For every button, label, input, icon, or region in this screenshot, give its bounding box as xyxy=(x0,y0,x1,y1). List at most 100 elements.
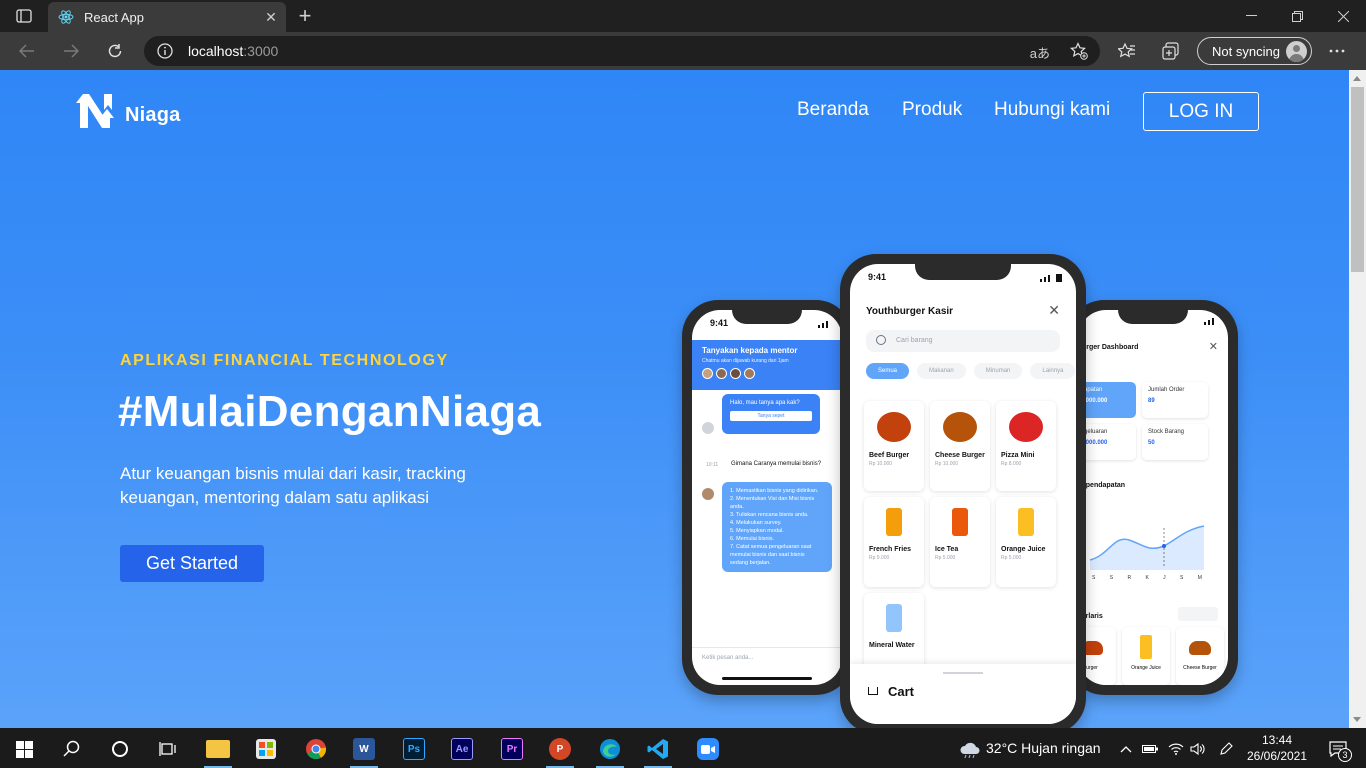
login-button[interactable]: LOG IN xyxy=(1143,92,1259,131)
collections-icon[interactable] xyxy=(1156,36,1186,66)
month-label: J xyxy=(1163,575,1166,581)
page-scrollbar[interactable] xyxy=(1349,70,1366,728)
system-clock[interactable]: 13:44 26/06/2021 xyxy=(1244,732,1310,764)
month-label: S xyxy=(1180,575,1184,581)
word-icon[interactable]: W xyxy=(344,734,384,768)
mentor-avatar xyxy=(702,488,714,500)
chart-x-labels: S S R K J S M xyxy=(1092,575,1202,581)
stat-stock-barang: Stock Barang 50 xyxy=(1142,424,1208,460)
chat-answer-bubble: 1. Memastikan bisnis yang didirikan. 2. … xyxy=(722,482,832,572)
chat-screen: 9:41 Tanyakan kepada mentor Chatmu akan … xyxy=(692,310,842,685)
product-card[interactable]: Orange Juice Rp 5.000 xyxy=(996,497,1056,587)
close-icon[interactable]: ✕ xyxy=(1209,340,1218,353)
favorites-icon[interactable] xyxy=(1112,36,1142,66)
stat-jumlah-order: Jumlah Order 89 xyxy=(1142,382,1208,418)
chat-message-input[interactable]: Ketik pesan anda... xyxy=(692,647,842,669)
profile-button[interactable]: Not syncing xyxy=(1197,37,1312,65)
answer-line: 1. Memastikan bisnis yang didirikan. xyxy=(730,488,819,494)
minimize-icon[interactable] xyxy=(1228,0,1274,32)
chip-semua[interactable]: Semua xyxy=(866,363,910,379)
photoshop-icon[interactable]: Ps xyxy=(394,734,434,764)
stat-label: Jumlah Order xyxy=(1148,387,1185,393)
read-aloud-icon[interactable]: aあ xyxy=(1030,43,1050,62)
home-indicator xyxy=(722,677,812,680)
close-window-icon[interactable] xyxy=(1320,0,1366,32)
chip-lainnya[interactable]: Lainnya xyxy=(1030,363,1076,379)
product-card[interactable]: Beef Burger Rp 10.000 xyxy=(864,401,924,491)
more-menu-icon[interactable] xyxy=(1322,36,1352,66)
hero-description: Atur keuangan bisnis mulai dari kasir, t… xyxy=(120,464,466,507)
nav-hubungi-kami[interactable]: Hubungi kami xyxy=(994,99,1110,121)
month-label: K xyxy=(1145,575,1149,581)
nav-beranda[interactable]: Beranda xyxy=(797,99,869,121)
product-price: Rp 5.000 xyxy=(935,555,956,561)
wifi-icon[interactable] xyxy=(1164,734,1188,764)
edge-icon[interactable] xyxy=(590,734,630,768)
weather-text[interactable]: 32°C Hujan ringan xyxy=(986,740,1101,756)
clock-date: 26/06/2021 xyxy=(1246,749,1308,763)
after-effects-icon[interactable]: Ae xyxy=(442,734,482,764)
product-image xyxy=(943,412,977,442)
url-port: :3000 xyxy=(243,43,279,59)
scroll-up-icon[interactable] xyxy=(1353,76,1361,81)
product-card[interactable]: Cheese Burger Rp 10.000 xyxy=(930,401,990,491)
product-card[interactable]: French Fries Rp 9.000 xyxy=(864,497,924,587)
pen-icon[interactable] xyxy=(1214,734,1238,764)
favorite-add-icon[interactable] xyxy=(1070,42,1088,63)
profile-label: Not syncing xyxy=(1212,43,1280,59)
new-tab-icon[interactable]: + xyxy=(292,3,318,28)
tab-close-icon[interactable]: ✕ xyxy=(260,6,282,28)
restore-icon[interactable] xyxy=(1274,0,1320,32)
scroll-down-icon[interactable] xyxy=(1353,717,1361,722)
month-label: S xyxy=(1109,575,1114,581)
cart-bar[interactable]: Cart xyxy=(850,664,1076,724)
product-search-input[interactable]: Cari barang xyxy=(866,330,1060,352)
mentor-avatar xyxy=(744,368,755,379)
search-icon[interactable] xyxy=(52,734,92,764)
chat-bubble-action[interactable]: Tanya sepet xyxy=(730,411,812,421)
product-card[interactable]: Ice Tea Rp 5.000 xyxy=(930,497,990,587)
kasir-title: Youthburger Kasir xyxy=(866,306,954,317)
volume-icon[interactable] xyxy=(1186,734,1210,764)
refresh-icon[interactable] xyxy=(100,36,130,66)
site-info-icon[interactable] xyxy=(156,42,174,60)
cart-label: Cart xyxy=(888,684,915,699)
task-view-icon[interactable] xyxy=(148,734,188,764)
product-card[interactable]: Pizza Mini Rp 8.000 xyxy=(996,401,1056,491)
premiere-icon[interactable]: Pr xyxy=(492,734,532,764)
scrollbar-thumb[interactable] xyxy=(1351,87,1364,272)
browser-toolbar: localhost:3000 aあ xyxy=(0,32,1366,70)
close-icon[interactable]: ✕ xyxy=(1048,302,1060,319)
answer-line: 3. Tuliskan rencana bisnis anda. xyxy=(730,512,809,518)
browser-tab[interactable]: React App ✕ xyxy=(48,2,286,32)
cortana-icon[interactable] xyxy=(100,734,140,764)
windows-start-icon[interactable] xyxy=(4,734,44,764)
best-seller-filter[interactable] xyxy=(1178,607,1218,621)
chrome-icon[interactable] xyxy=(296,734,336,764)
back-icon[interactable] xyxy=(12,36,42,66)
powerpoint-icon[interactable]: P xyxy=(540,734,580,768)
nav-produk[interactable]: Produk xyxy=(902,99,962,121)
tab-actions-icon[interactable] xyxy=(10,6,38,26)
brand-logo[interactable]: Niaga xyxy=(75,90,180,132)
best-item-name: Cheese Burger xyxy=(1183,665,1217,671)
drag-handle[interactable] xyxy=(943,672,983,674)
get-started-button[interactable]: Get Started xyxy=(120,545,264,582)
forward-icon[interactable] xyxy=(56,36,86,66)
store-icon[interactable] xyxy=(246,734,286,764)
file-explorer-icon[interactable] xyxy=(198,734,238,768)
notification-center-icon[interactable]: 3 xyxy=(1318,734,1358,764)
stat-label: apatan xyxy=(1084,387,1103,393)
battery-icon[interactable] xyxy=(1138,734,1162,764)
product-name: Ice Tea xyxy=(935,546,959,553)
weather-icon[interactable] xyxy=(950,734,990,764)
vscode-icon[interactable] xyxy=(638,734,678,768)
address-bar[interactable]: localhost:3000 aあ xyxy=(144,36,1100,66)
chip-minuman[interactable]: Minuman xyxy=(973,363,1023,379)
mentor-avatar xyxy=(702,368,713,379)
chip-makanan[interactable]: Makanan xyxy=(917,363,966,379)
zoom-icon[interactable] xyxy=(688,734,728,764)
stat-label: Stock Barang xyxy=(1148,429,1185,435)
best-item: Cheese Burger xyxy=(1176,627,1224,685)
best-item-name: urger xyxy=(1086,665,1098,671)
